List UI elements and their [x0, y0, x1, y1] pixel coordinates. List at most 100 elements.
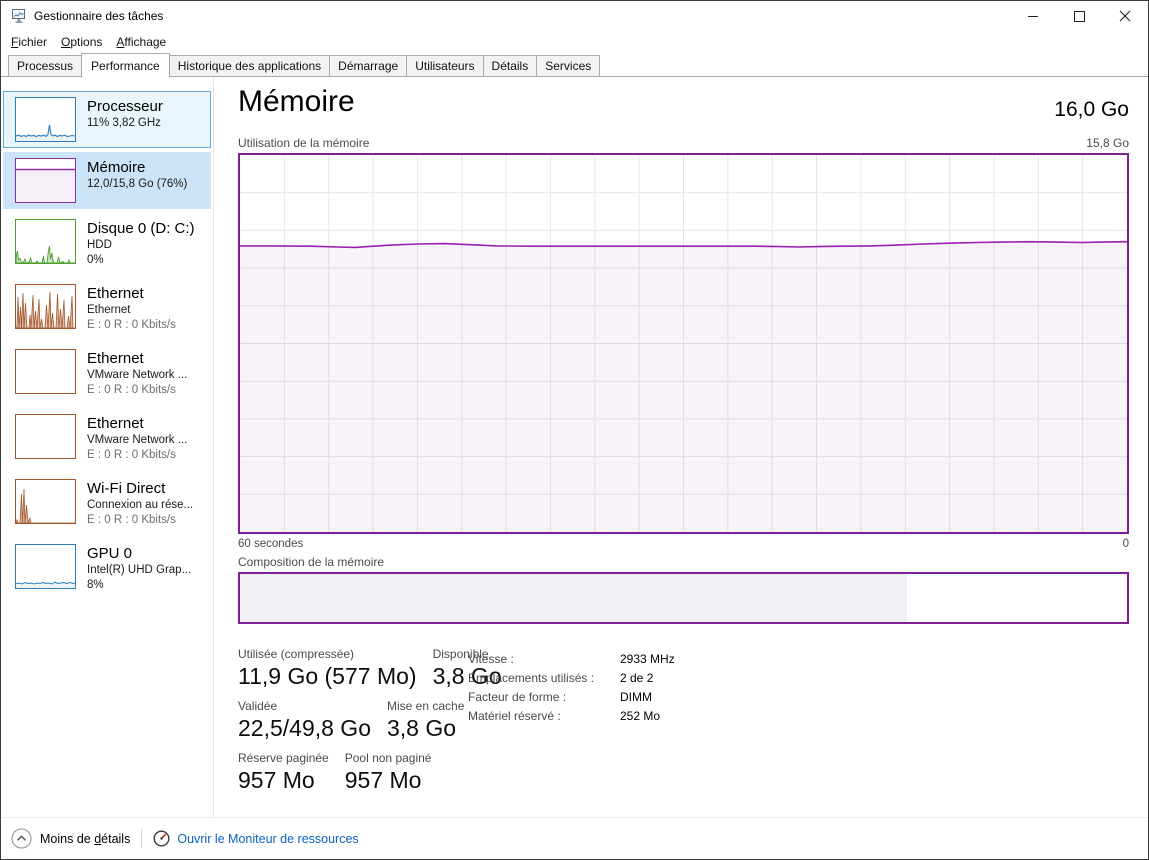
thumb-graph-gpu-0 [15, 544, 76, 589]
resource-monitor-icon [153, 830, 170, 847]
open-resource-monitor-link[interactable]: Ouvrir le Moniteur de ressources [153, 830, 358, 847]
memory-usage-chart[interactable] [238, 153, 1129, 534]
detail-label: Vitesse : [468, 650, 620, 669]
fewer-details-button[interactable]: Moins de détails [11, 828, 130, 849]
memory-composition-bar[interactable] [238, 572, 1129, 624]
menu-item-affichage[interactable]: Affichage [109, 33, 173, 51]
app-icon [11, 8, 27, 24]
tab-utilisateurs[interactable]: Utilisateurs [406, 55, 483, 77]
sidebar-item-text: EthernetVMware Network ...E : 0 R : 0 Kb… [87, 349, 187, 398]
detail-value: 2 de 2 [620, 671, 653, 685]
sidebar-item-title: GPU 0 [87, 544, 191, 563]
sidebar-item-title: Mémoire [87, 158, 187, 177]
stat-value: 11,9 Go (577 Mo) [238, 662, 417, 691]
thumb-graph-memoire [15, 158, 76, 203]
status-bar: Moins de détails Ouvrir le Moniteur de r… [1, 817, 1148, 859]
sidebar-item-text: EthernetEthernetE : 0 R : 0 Kbits/s [87, 284, 176, 333]
thumb-graph-ethernet-2 [15, 349, 76, 394]
sidebar-item-disque-0[interactable]: Disque 0 (D: C:)HDD0% [3, 213, 211, 274]
sidebar-item-text: GPU 0Intel(R) UHD Grap...8% [87, 544, 191, 593]
performance-sidebar: Processeur11% 3,82 GHz Mémoire12,0/15,8 G… [1, 77, 214, 817]
sidebar-item-subtitle: HDD [87, 238, 195, 253]
tab-historique[interactable]: Historique des applications [169, 55, 330, 77]
tab-strip: ProcessusPerformanceHistorique des appli… [1, 53, 1148, 77]
sidebar-item-text: Processeur11% 3,82 GHz [87, 97, 163, 131]
composition-segment-used [240, 574, 907, 622]
sidebar-item-ethernet-2[interactable]: EthernetVMware Network ...E : 0 R : 0 Kb… [3, 343, 211, 404]
stat-cell: Réserve paginée957 Mo [238, 751, 329, 795]
stat-value: 3,8 Go [387, 714, 464, 743]
sidebar-item-subtitle: 8% [87, 578, 191, 593]
tab-demarrage[interactable]: Démarrage [329, 55, 407, 77]
sidebar-item-subtitle: 11% 3,82 GHz [87, 116, 163, 131]
detail-label: Facteur de forme : [468, 688, 620, 707]
sidebar-item-text: Disque 0 (D: C:)HDD0% [87, 219, 195, 268]
sidebar-item-text: Mémoire12,0/15,8 Go (76%) [87, 158, 187, 192]
page-title: Mémoire [238, 85, 355, 119]
time-span-label: 60 secondes [238, 538, 303, 550]
stat-label: Utilisée (compressée) [238, 647, 417, 662]
menu-item-fichier[interactable]: Fichier [4, 33, 54, 51]
stat-row: Utilisée (compressée)11,9 Go (577 Mo)Dis… [238, 647, 502, 691]
sidebar-item-title: Wi-Fi Direct [87, 479, 193, 498]
minimize-button[interactable] [1010, 1, 1056, 31]
memory-panel: Mémoire 16,0 Go Utilisation de la mémoir… [238, 77, 1129, 817]
sidebar-item-title: Ethernet [87, 414, 187, 433]
composition-segment-modified [907, 574, 914, 622]
usage-chart-max: 15,8 Go [1086, 136, 1129, 150]
window-title: Gestionnaire des tâches [34, 9, 163, 23]
title-bar: Gestionnaire des tâches [1, 1, 1148, 31]
sidebar-item-title: Ethernet [87, 349, 187, 368]
footer-divider [141, 829, 142, 848]
sidebar-item-gpu-0[interactable]: GPU 0Intel(R) UHD Grap...8% [3, 538, 211, 599]
sidebar-item-text: EthernetVMware Network ...E : 0 R : 0 Kb… [87, 414, 187, 463]
sidebar-item-subtitle: E : 0 R : 0 Kbits/s [87, 448, 187, 463]
tab-details[interactable]: Détails [483, 55, 538, 77]
sidebar-item-subtitle: Intel(R) UHD Grap... [87, 563, 191, 578]
memory-usage-area [240, 242, 1127, 532]
stat-label: Mise en cache [387, 699, 464, 714]
thumb-graph-ethernet-3 [15, 414, 76, 459]
sidebar-item-subtitle: 12,0/15,8 Go (76%) [87, 177, 187, 192]
time-end-label: 0 [1123, 538, 1129, 550]
stat-value: 957 Mo [238, 766, 329, 795]
tab-processus[interactable]: Processus [8, 55, 82, 77]
stat-row: Validée22,5/49,8 Go Mise en cache3,8 Go [238, 699, 502, 743]
close-button[interactable] [1102, 1, 1148, 31]
sidebar-item-ethernet-1[interactable]: EthernetEthernetE : 0 R : 0 Kbits/s [3, 278, 211, 339]
tab-performance[interactable]: Performance [81, 53, 170, 78]
detail-value: 2933 MHz [620, 652, 675, 666]
detail-label: Emplacements utilisés : [468, 669, 620, 688]
stat-label: Réserve paginée [238, 751, 329, 766]
sidebar-item-wifi-direct[interactable]: Wi-Fi DirectConnexion au rése...E : 0 R … [3, 473, 211, 534]
sidebar-item-ethernet-3[interactable]: EthernetVMware Network ...E : 0 R : 0 Kb… [3, 408, 211, 469]
sidebar-item-subtitle: Ethernet [87, 303, 176, 318]
sidebar-item-subtitle: Connexion au rése... [87, 498, 193, 513]
stat-cell: Validée22,5/49,8 Go [238, 699, 371, 743]
stat-cell: Pool non paginé957 Mo [345, 751, 432, 795]
sidebar-item-subtitle: VMware Network ... [87, 368, 187, 383]
sidebar-item-subtitle: VMware Network ... [87, 433, 187, 448]
tab-services[interactable]: Services [536, 55, 600, 77]
sidebar-item-subtitle: E : 0 R : 0 Kbits/s [87, 383, 187, 398]
chevron-up-icon [11, 828, 32, 849]
detail-label: Matériel réservé : [468, 707, 620, 726]
sidebar-item-processeur[interactable]: Processeur11% 3,82 GHz [3, 91, 211, 148]
open-resource-monitor-label: Ouvrir le Moniteur de ressources [177, 832, 358, 846]
sidebar-item-title: Processeur [87, 97, 163, 116]
sidebar-item-memoire[interactable]: Mémoire12,0/15,8 Go (76%) [3, 152, 211, 209]
detail-row: Vitesse :2933 MHz [468, 650, 675, 669]
thumb-graph-wifi-direct [15, 479, 76, 524]
maximize-button[interactable] [1056, 1, 1102, 31]
stat-row: Réserve paginée957 Mo Pool non paginé957 … [238, 751, 502, 795]
thumb-graph-ethernet-1 [15, 284, 76, 329]
sidebar-item-subtitle: E : 0 R : 0 Kbits/s [87, 513, 193, 528]
maximize-icon [1074, 11, 1085, 22]
detail-row: Emplacements utilisés :2 de 2 [468, 669, 675, 688]
detail-value: 252 Mo [620, 709, 660, 723]
stat-value: 22,5/49,8 Go [238, 714, 371, 743]
composition-label: Composition de la mémoire [238, 555, 384, 569]
stat-cell: Utilisée (compressée)11,9 Go (577 Mo) [238, 647, 417, 691]
detail-row: Matériel réservé :252 Mo [468, 707, 675, 726]
menu-item-options[interactable]: Options [54, 33, 109, 51]
